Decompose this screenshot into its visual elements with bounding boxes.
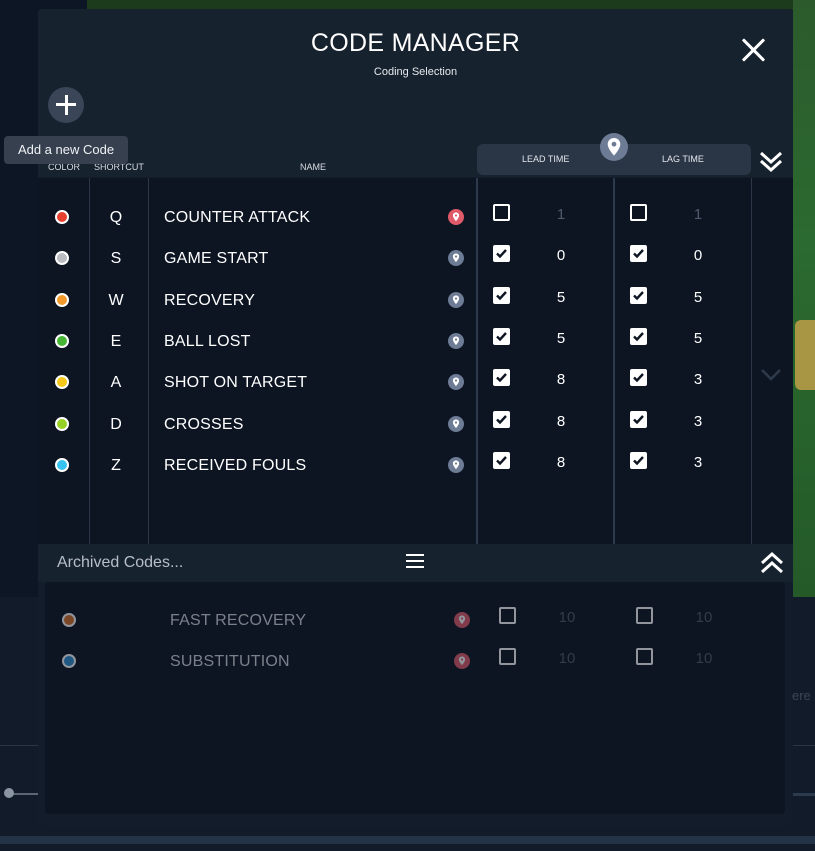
lead-time-value[interactable]: 10 xyxy=(552,650,582,667)
lag-time-value[interactable]: 5 xyxy=(683,330,713,347)
background-bottom-bar xyxy=(0,836,815,844)
code-name: CROSSES xyxy=(164,415,244,433)
code-row[interactable]: A SHOT ON TARGET 8 3 xyxy=(38,359,758,400)
lead-time-checkbox[interactable] xyxy=(493,369,510,387)
code-row[interactable]: S GAME START 0 0 xyxy=(38,235,758,276)
lead-time-value[interactable]: 1 xyxy=(546,206,576,223)
double-chevron-down-icon[interactable] xyxy=(758,150,784,174)
lead-time-checkbox[interactable] xyxy=(493,327,510,345)
add-code-button[interactable] xyxy=(48,87,84,123)
archived-codes-label: Archived Codes... xyxy=(57,554,184,571)
lag-time-value[interactable]: 0 xyxy=(683,247,713,264)
lead-time-checkbox[interactable] xyxy=(493,204,510,221)
lead-time-value[interactable]: 5 xyxy=(546,330,576,347)
code-row[interactable]: W RECOVERY 5 5 xyxy=(38,277,758,318)
lag-time-checkbox[interactable] xyxy=(630,245,647,263)
lead-time-checkbox[interactable] xyxy=(493,410,510,428)
lead-time-checkbox[interactable] xyxy=(499,607,516,624)
color-swatch[interactable] xyxy=(55,457,69,472)
lag-time-value[interactable]: 10 xyxy=(689,650,719,667)
code-shortcut: A xyxy=(110,374,122,392)
color-swatch[interactable] xyxy=(62,613,76,627)
timeline-slider-handle[interactable] xyxy=(4,788,14,798)
code-shortcut: D xyxy=(110,415,122,433)
map-pin-icon[interactable] xyxy=(600,133,628,161)
map-pin-icon[interactable] xyxy=(448,332,464,349)
code-name: RECOVERY xyxy=(164,291,256,309)
lead-time-checkbox[interactable] xyxy=(493,286,510,304)
lag-time-checkbox[interactable] xyxy=(630,451,647,469)
lag-time-checkbox[interactable] xyxy=(630,327,647,345)
map-pin-icon[interactable] xyxy=(448,209,464,225)
map-pin-icon[interactable] xyxy=(448,415,464,432)
lag-time-checkbox[interactable] xyxy=(630,286,647,304)
lag-time-value[interactable]: 3 xyxy=(683,454,713,471)
lag-time-value[interactable]: 5 xyxy=(683,289,713,306)
code-name: FAST RECOVERY xyxy=(170,612,307,629)
color-swatch[interactable] xyxy=(55,210,69,224)
column-header-lag-time: LAG TIME xyxy=(662,154,704,164)
code-row[interactable]: Q COUNTER ATTACK 1 1 xyxy=(38,194,758,235)
code-shortcut: Z xyxy=(111,456,121,474)
close-icon[interactable] xyxy=(738,35,768,65)
column-header-lead-time: LEAD TIME xyxy=(522,154,570,164)
code-name: GAME START xyxy=(164,250,269,268)
chevron-down-icon[interactable] xyxy=(760,368,782,382)
lag-time-checkbox[interactable] xyxy=(636,648,653,665)
code-name: SHOT ON TARGET xyxy=(164,374,308,392)
lead-time-checkbox[interactable] xyxy=(493,451,510,469)
add-code-tooltip: Add a new Code xyxy=(4,136,128,164)
code-row[interactable]: E BALL LOST 5 5 xyxy=(38,318,758,359)
code-row[interactable]: Z RECEIVED FOULS 8 3 xyxy=(38,442,758,483)
code-name: SUBSTITUTION xyxy=(170,653,290,670)
map-pin-icon[interactable] xyxy=(448,291,464,308)
color-swatch[interactable] xyxy=(55,251,69,266)
color-swatch[interactable] xyxy=(55,292,69,307)
color-swatch[interactable] xyxy=(55,416,69,431)
lag-time-checkbox[interactable] xyxy=(630,204,647,221)
modal-subtitle: Coding Selection xyxy=(373,66,458,78)
lead-time-value[interactable]: 8 xyxy=(546,413,576,430)
lag-time-checkbox[interactable] xyxy=(630,410,647,428)
code-shortcut: W xyxy=(108,291,124,309)
lead-time-value[interactable]: 5 xyxy=(546,289,576,306)
map-pin-icon[interactable] xyxy=(454,612,470,628)
background-divider-right xyxy=(793,793,815,796)
archived-code-row[interactable]: FAST RECOVERY 10 10 xyxy=(38,597,758,638)
code-shortcut: Q xyxy=(109,209,123,226)
lead-time-checkbox[interactable] xyxy=(493,245,510,263)
background-video-detail xyxy=(795,320,815,390)
archived-code-row[interactable]: SUBSTITUTION 10 10 xyxy=(38,638,758,679)
code-name: RECEIVED FOULS xyxy=(164,456,307,474)
lead-time-value[interactable]: 10 xyxy=(552,609,582,626)
code-row[interactable]: D CROSSES 8 3 xyxy=(38,401,758,442)
lag-time-checkbox[interactable] xyxy=(636,607,653,624)
lead-time-value[interactable]: 0 xyxy=(546,247,576,264)
map-pin-icon[interactable] xyxy=(454,653,470,669)
map-pin-icon[interactable] xyxy=(448,250,464,267)
lag-time-checkbox[interactable] xyxy=(630,369,647,387)
lag-time-value[interactable]: 3 xyxy=(683,371,713,388)
lead-time-value[interactable]: 8 xyxy=(546,454,576,471)
code-shortcut: S xyxy=(110,250,122,268)
background-video-edge xyxy=(793,0,815,597)
modal-title: CODE MANAGER xyxy=(310,29,521,57)
map-pin-icon[interactable] xyxy=(448,456,464,473)
column-header-name: NAME xyxy=(300,162,327,172)
code-name: COUNTER ATTACK xyxy=(164,209,311,226)
code-name: BALL LOST xyxy=(164,332,251,350)
map-pin-icon[interactable] xyxy=(448,374,464,391)
lag-time-value[interactable]: 3 xyxy=(683,413,713,430)
lag-time-value[interactable]: 1 xyxy=(683,206,713,223)
lead-time-checkbox[interactable] xyxy=(499,648,516,665)
color-swatch[interactable] xyxy=(55,375,69,390)
lag-time-value[interactable]: 10 xyxy=(689,609,719,626)
color-swatch[interactable] xyxy=(62,654,76,668)
double-chevron-up-icon[interactable] xyxy=(759,551,785,575)
background-text-fragment: ere xyxy=(792,688,811,703)
code-shortcut: E xyxy=(110,332,122,350)
hamburger-menu-icon[interactable] xyxy=(406,554,424,570)
lead-time-value[interactable]: 8 xyxy=(546,371,576,388)
color-swatch[interactable] xyxy=(55,333,69,348)
